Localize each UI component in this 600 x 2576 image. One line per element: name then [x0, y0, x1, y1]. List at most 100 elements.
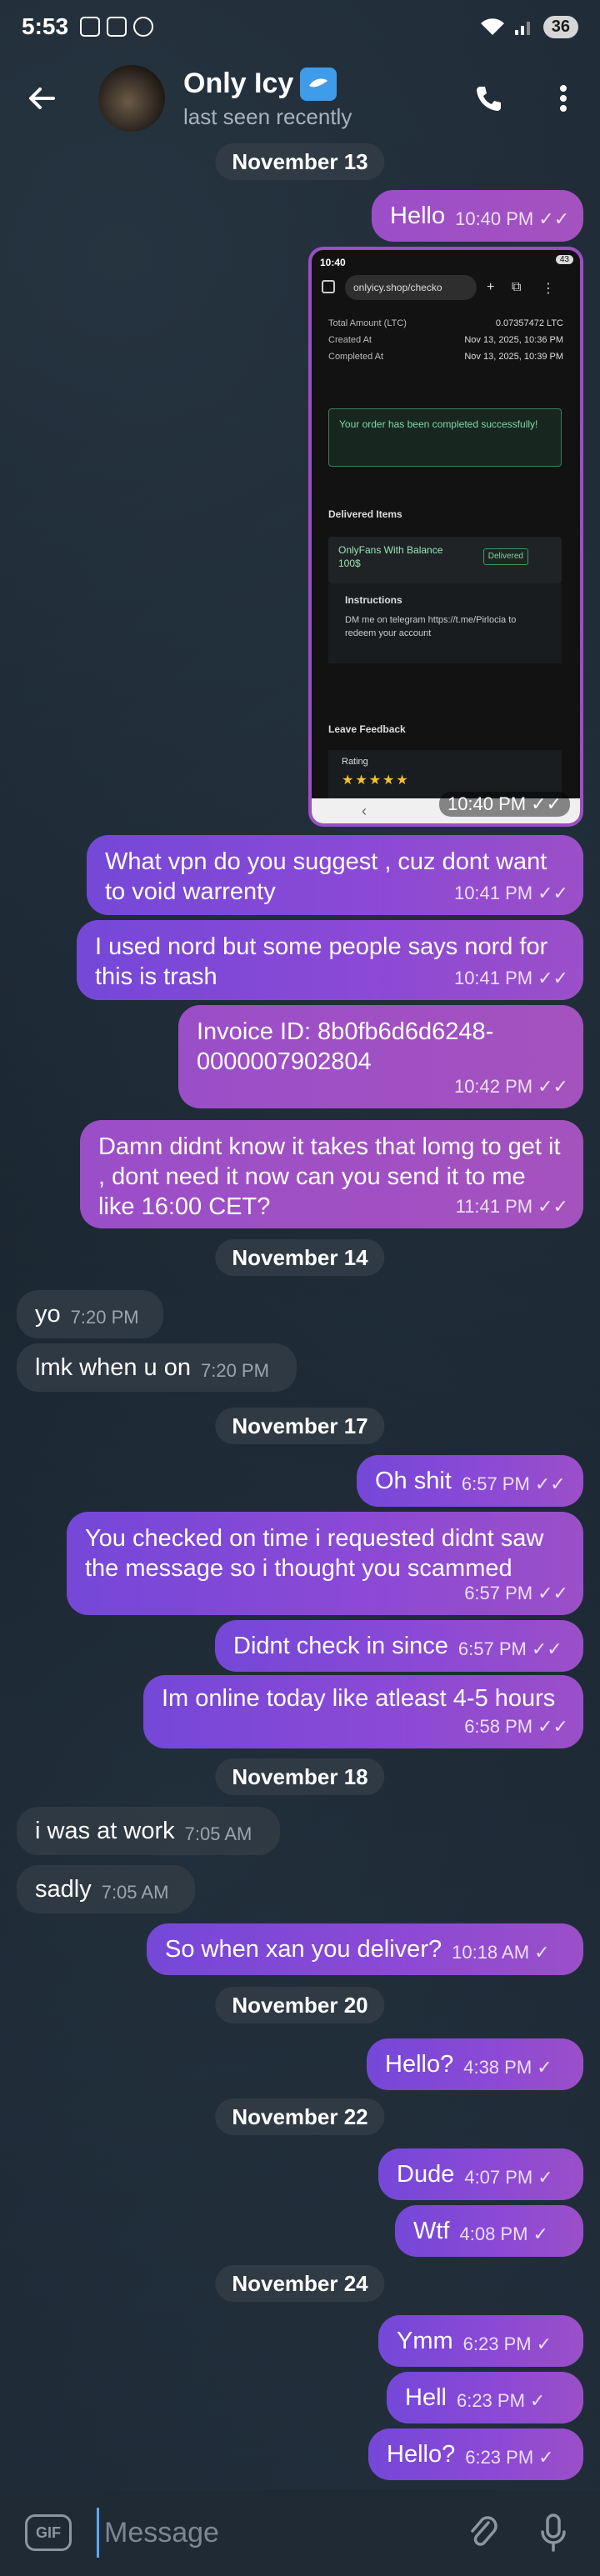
message-time: 10:40 PM [447, 793, 527, 814]
outgoing-message[interactable]: I used nord but some people says nord fo… [77, 920, 583, 1000]
check-icon: ✓ [529, 2390, 546, 2411]
message-time: 7:05 AM [184, 1823, 252, 1844]
message-time: 6:23 PM [465, 2447, 534, 2468]
check-icon: ✓ [538, 2447, 554, 2468]
image-message[interactable]: 10:40 43 onlyicy.shop/checko + ⧉ ⋮ Total… [308, 247, 583, 827]
date-separator: November 14 [215, 1239, 385, 1276]
double-check-icon: ✓✓ [531, 1638, 562, 1659]
paperclip-icon [471, 2516, 498, 2546]
date-separator: November 18 [215, 1758, 385, 1795]
check-icon: ✓ [534, 1942, 550, 1963]
outgoing-message[interactable]: Wtf 4:08 PM ✓ [395, 2205, 583, 2257]
message-text: Hell [405, 2384, 447, 2411]
message-time: 6:57 PM [461, 1473, 530, 1494]
call-button[interactable] [455, 65, 522, 132]
incoming-message[interactable]: lmk when u on 7:20 PM [17, 1343, 297, 1392]
message-text: Invoice ID: 8b0fb6d6d6248-0000007902804 [197, 1018, 494, 1075]
chat-name: Only Icy [183, 68, 294, 99]
double-check-icon: ✓✓ [538, 1196, 568, 1217]
message-input[interactable] [97, 2508, 447, 2558]
message-text: Wtf [413, 2218, 450, 2244]
double-check-icon: ✓✓ [531, 793, 562, 814]
outgoing-message[interactable]: Damn didnt know it takes that lomg to ge… [80, 1120, 583, 1228]
tabs-icon: ⧉ [512, 280, 522, 294]
double-check-icon: ✓✓ [538, 968, 568, 988]
outgoing-message[interactable]: What vpn do you suggest , cuz dont want … [87, 835, 583, 915]
incoming-message[interactable]: sadly 7:05 AM [17, 1865, 195, 1913]
message-time: 6:23 PM [462, 2333, 532, 2354]
star-rating: ★★★★★ [342, 773, 410, 788]
more-options-button[interactable] [530, 65, 597, 132]
detail-row: Total Amount (LTC) 0.07357472 LTC [328, 318, 563, 328]
back-button[interactable] [0, 57, 83, 140]
detail-row: Completed At Nov 13, 2025, 10:39 PM [328, 352, 563, 362]
message-text: Hello? [385, 2051, 454, 2078]
message-time: 6:23 PM [456, 2390, 525, 2411]
whatsapp-icon [133, 17, 154, 37]
delivered-heading: Delivered Items [328, 508, 402, 520]
outgoing-message[interactable]: Hello? 4:38 PM ✓ [367, 2038, 583, 2090]
status-badge: Delivered [482, 548, 528, 565]
message-text: lmk when u on [35, 1354, 191, 1381]
double-check-icon: ✓✓ [538, 883, 568, 903]
message-time: 4:08 PM [459, 2223, 528, 2244]
outgoing-message[interactable]: Oh shit 6:57 PM ✓✓ [357, 1455, 583, 1507]
message-text: sadly [35, 1876, 92, 1903]
outgoing-message[interactable]: You checked on time i requested didnt sa… [67, 1512, 583, 1615]
signal-icon [514, 22, 530, 35]
message-time: 4:38 PM [463, 2057, 532, 2078]
outgoing-message[interactable]: Dude 4:07 PM ✓ [378, 2148, 583, 2200]
message-time: 7:05 AM [101, 1882, 169, 1903]
incoming-message[interactable]: i was at work 7:05 AM [17, 1807, 280, 1855]
instructions-box: Instructions DM me on telegram https://t… [328, 583, 562, 663]
check-icon: ✓ [536, 2333, 552, 2354]
incoming-message[interactable]: yo 7:20 PM [17, 1290, 163, 1338]
date-separator: November 17 [215, 1408, 385, 1444]
outgoing-message[interactable]: Didnt check in since 6:57 PM ✓✓ [215, 1620, 583, 1672]
outgoing-message[interactable]: Im online today like atleast 4-5 hours 6… [143, 1675, 583, 1748]
emoji-status-icon [300, 67, 338, 101]
attach-button[interactable] [457, 2506, 510, 2559]
chat-title-area[interactable]: Only Icy last seen recently [183, 67, 352, 130]
outgoing-message[interactable]: Invoice ID: 8b0fb6d6d6248-0000007902804 … [178, 1005, 583, 1108]
outgoing-message[interactable]: So when xan you deliver? 10:18 AM ✓ [147, 1923, 583, 1975]
notification-icons [80, 17, 154, 37]
wifi-icon [480, 18, 504, 35]
success-notice: Your order has been completed successful… [328, 408, 562, 467]
menu-icon: ⋮ [542, 282, 555, 296]
screenshot-icon [80, 17, 101, 37]
message-text: Dude [397, 2161, 455, 2188]
date-separator: November 13 [215, 143, 385, 180]
avatar[interactable] [98, 65, 165, 132]
message-composer: GIF [0, 2489, 600, 2576]
microphone-icon [541, 2513, 566, 2552]
detail-row: Created At Nov 13, 2025, 10:36 PM [328, 335, 563, 345]
message-time: 10:41 PM [453, 883, 533, 903]
message-text: Ymm [397, 2328, 453, 2354]
outgoing-message[interactable]: Hell 6:23 PM ✓ [387, 2372, 583, 2423]
double-check-icon: ✓✓ [538, 1076, 568, 1097]
outgoing-message[interactable]: Hello 10:40 PM ✓✓ [372, 190, 583, 242]
browser-url: onlyicy.shop/checko [345, 275, 477, 300]
battery-indicator: 36 [542, 15, 578, 38]
check-icon: ✓ [538, 2167, 553, 2188]
message-text: i was at work [35, 1818, 175, 1844]
message-time: 7:20 PM [70, 1307, 139, 1328]
double-check-icon: ✓✓ [538, 208, 570, 229]
gif-button[interactable]: GIF [25, 2514, 72, 2551]
message-text: So when xan you deliver? [165, 1936, 442, 1963]
message-time: 6:58 PM [464, 1716, 533, 1737]
more-vertical-icon [560, 85, 567, 112]
message-time: 10:40 PM [455, 208, 534, 229]
outgoing-message[interactable]: Ymm 6:23 PM ✓ [378, 2315, 583, 2367]
double-check-icon: ✓✓ [538, 1583, 568, 1603]
status-time: 5:53 [22, 13, 69, 39]
phone-icon [477, 87, 501, 111]
mail-icon [107, 17, 128, 37]
outgoing-message[interactable]: Hello? 6:23 PM ✓ [368, 2428, 583, 2480]
check-icon: ✓ [532, 2223, 548, 2244]
screenshot-image: 10:40 43 onlyicy.shop/checko + ⧉ ⋮ Total… [312, 250, 580, 823]
message-text: You checked on time i requested didnt sa… [85, 1525, 544, 1582]
message-time: 11:41 PM [455, 1196, 533, 1217]
voice-message-button[interactable] [527, 2506, 580, 2559]
